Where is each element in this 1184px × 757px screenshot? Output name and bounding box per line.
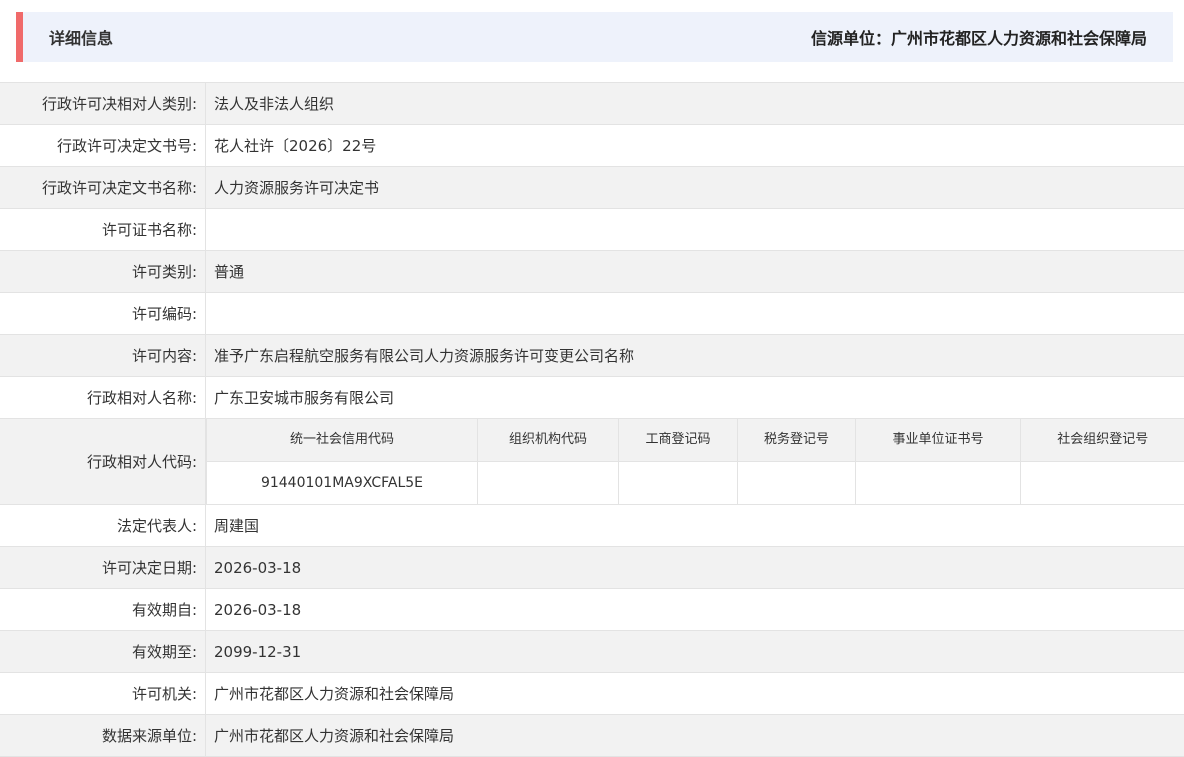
field-value: 普通 [206,251,1184,292]
field-value: 准予广东启程航空服务有限公司人力资源服务许可变更公司名称 [206,335,1184,376]
detail-table: 行政许可决相对人类别: 法人及非法人组织 行政许可决定文书号: 花人社许〔202… [0,82,1184,757]
code-table: 统一社会信用代码 组织机构代码 工商登记码 税务登记号 事业单位证书号 社会组织… [206,419,1184,504]
table-row: 许可内容: 准予广东启程航空服务有限公司人力资源服务许可变更公司名称 [0,335,1184,377]
field-value: 2099-12-31 [206,631,1184,672]
field-value [206,293,1184,334]
table-row: 许可编码: [0,293,1184,335]
field-label: 行政许可决相对人类别: [0,83,206,124]
field-value: 广东卫安城市服务有限公司 [206,377,1184,418]
code-value-cell [478,462,619,505]
code-value-cell: 91440101MA9XCFAL5E [207,462,478,505]
field-value: 广州市花都区人力资源和社会保障局 [206,715,1184,756]
table-row: 有效期自: 2026-03-18 [0,589,1184,631]
field-label: 行政许可决定文书名称: [0,167,206,208]
table-row: 法定代表人: 周建国 [0,505,1184,547]
code-value-cell [738,462,856,505]
table-row: 有效期至: 2099-12-31 [0,631,1184,673]
code-header-cell: 税务登记号 [738,419,856,462]
code-header-cell: 工商登记码 [619,419,738,462]
table-row: 数据来源单位: 广州市花都区人力资源和社会保障局 [0,715,1184,757]
source-unit: 信源单位：广州市花都区人力资源和社会保障局 [811,25,1147,49]
field-label: 许可编码: [0,293,206,334]
field-value [206,209,1184,250]
field-value: 周建国 [206,505,1184,546]
table-row: 许可类别: 普通 [0,251,1184,293]
table-row: 许可证书名称: [0,209,1184,251]
code-header-cell: 社会组织登记号 [1021,419,1184,462]
table-row: 许可机关: 广州市花都区人力资源和社会保障局 [0,673,1184,715]
detail-header: 详细信息 信源单位：广州市花都区人力资源和社会保障局 [16,12,1173,62]
field-label: 许可内容: [0,335,206,376]
code-value-row: 91440101MA9XCFAL5E [207,462,1184,505]
table-row-code: 行政相对人代码: 统一社会信用代码 组织机构代码 工商登记码 税务登记号 事业单… [0,419,1184,505]
code-table-wrap: 统一社会信用代码 组织机构代码 工商登记码 税务登记号 事业单位证书号 社会组织… [206,419,1184,504]
field-label: 行政相对人名称: [0,377,206,418]
code-header-row: 统一社会信用代码 组织机构代码 工商登记码 税务登记号 事业单位证书号 社会组织… [207,419,1184,462]
table-row: 行政许可决相对人类别: 法人及非法人组织 [0,83,1184,125]
field-value: 广州市花都区人力资源和社会保障局 [206,673,1184,714]
field-label: 有效期至: [0,631,206,672]
field-label: 行政许可决定文书号: [0,125,206,166]
field-value: 2026-03-18 [206,547,1184,588]
table-row: 行政许可决定文书号: 花人社许〔2026〕22号 [0,125,1184,167]
table-row: 许可决定日期: 2026-03-18 [0,547,1184,589]
table-row: 行政许可决定文书名称: 人力资源服务许可决定书 [0,167,1184,209]
field-value: 2026-03-18 [206,589,1184,630]
table-row: 行政相对人名称: 广东卫安城市服务有限公司 [0,377,1184,419]
field-label: 有效期自: [0,589,206,630]
code-value-cell [1021,462,1184,505]
field-label: 行政相对人代码: [0,419,206,504]
section-title: 详细信息 [49,25,113,49]
code-header-cell: 事业单位证书号 [856,419,1021,462]
field-value: 人力资源服务许可决定书 [206,167,1184,208]
code-value-cell [856,462,1021,505]
code-header-cell: 统一社会信用代码 [207,419,478,462]
field-label: 许可证书名称: [0,209,206,250]
code-value-cell [619,462,738,505]
field-label: 许可机关: [0,673,206,714]
field-value: 花人社许〔2026〕22号 [206,125,1184,166]
field-label: 数据来源单位: [0,715,206,756]
field-label: 法定代表人: [0,505,206,546]
field-label: 许可类别: [0,251,206,292]
field-value: 法人及非法人组织 [206,83,1184,124]
code-header-cell: 组织机构代码 [478,419,619,462]
field-label: 许可决定日期: [0,547,206,588]
